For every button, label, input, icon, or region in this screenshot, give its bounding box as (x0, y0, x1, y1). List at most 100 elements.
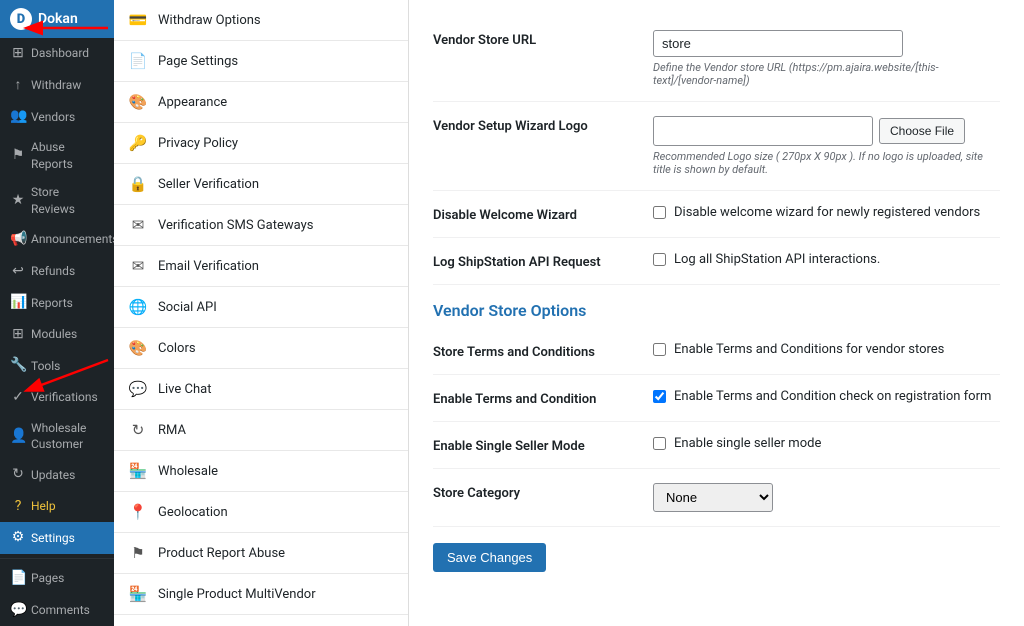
sub-product-report-abuse[interactable]: ⚑ Product Report Abuse (114, 533, 408, 574)
sidebar-label-vendors: Vendors (31, 109, 75, 126)
sidebar-item-refunds[interactable]: ↩ Refunds (0, 256, 114, 288)
store-terms-row: Store Terms and Conditions Enable Terms … (433, 328, 1000, 375)
enable-single-seller-checkbox[interactable] (653, 437, 666, 450)
enable-single-seller-checkbox-row: Enable single seller mode (653, 436, 1000, 451)
sidebar-item-tools[interactable]: 🔧 Tools (0, 350, 114, 382)
verification-sms-icon: ✉ (128, 215, 148, 235)
wp-logo[interactable]: D Dokan (0, 0, 114, 38)
sub-label-privacy-policy: Privacy Policy (158, 136, 238, 151)
sidebar-item-abuse-reports[interactable]: ⚑ Abuse Reports (0, 133, 114, 179)
rma-icon: ↻ (128, 420, 148, 440)
social-api-icon: 🌐 (128, 297, 148, 317)
wholesale-icon: 🏪 (128, 461, 148, 481)
vendor-setup-wizard-logo-hint: Recommended Logo size ( 270px X 90px ). … (653, 150, 1000, 176)
dokan-logo-label: Dokan (38, 11, 78, 27)
vendor-store-url-hint: Define the Vendor store URL (https://pm.… (653, 61, 1000, 87)
sidebar-label-updates: Updates (31, 467, 75, 484)
enable-terms-row: Enable Terms and Condition Enable Terms … (433, 375, 1000, 422)
comments-icon: 💬 (10, 601, 26, 621)
log-shipstation-control: Log all ShipStation API interactions. (653, 252, 1000, 267)
wholesale-customer-icon: 👤 (10, 427, 26, 447)
vendor-setup-wizard-logo-row: Vendor Setup Wizard Logo Choose File Rec… (433, 102, 1000, 191)
sidebar-label-comments: Comments (31, 602, 90, 619)
sub-appearance[interactable]: 🎨 Appearance (114, 82, 408, 123)
sub-privacy-policy[interactable]: 🔑 Privacy Policy (114, 123, 408, 164)
log-shipstation-checkbox[interactable] (653, 253, 666, 266)
sub-label-geolocation: Geolocation (158, 505, 228, 520)
sidebar-item-pages[interactable]: 📄 Pages (0, 563, 114, 595)
store-terms-text: Enable Terms and Conditions for vendor s… (674, 342, 944, 357)
sub-label-appearance: Appearance (158, 95, 227, 110)
sub-colors[interactable]: 🎨 Colors (114, 328, 408, 369)
sidebar-item-modules[interactable]: ⊞ Modules (0, 319, 114, 351)
log-shipstation-row: Log ShipStation API Request Log all Ship… (433, 238, 1000, 285)
sidebar-item-verifications[interactable]: ✓ Verifications (0, 382, 114, 414)
choose-file-button[interactable]: Choose File (879, 118, 965, 144)
sidebar-item-updates[interactable]: ↻ Updates (0, 459, 114, 491)
sidebar-item-settings[interactable]: ⚙ Settings (0, 522, 114, 554)
store-category-label: Store Category (433, 483, 633, 501)
vendor-setup-wizard-logo-control: Choose File Recommended Logo size ( 270p… (653, 116, 1000, 176)
sidebar-label-reports: Reports (31, 295, 73, 312)
disable-welcome-wizard-checkbox[interactable] (653, 206, 666, 219)
settings-icon: ⚙ (10, 528, 26, 548)
sub-label-email-verification: Email Verification (158, 259, 259, 274)
sub-product-subscription[interactable]: 📋 Product Subscription (114, 615, 408, 626)
sub-social-api[interactable]: 🌐 Social API (114, 287, 408, 328)
sub-geolocation[interactable]: 📍 Geolocation (114, 492, 408, 533)
sidebar-item-help[interactable]: ? Help (0, 491, 114, 523)
sub-page-settings[interactable]: 📄 Page Settings (114, 41, 408, 82)
sub-label-product-report-abuse: Product Report Abuse (158, 546, 285, 561)
announcements-icon: 📢 (10, 230, 26, 250)
sub-rma[interactable]: ↻ RMA (114, 410, 408, 451)
save-changes-button[interactable]: Save Changes (433, 543, 546, 572)
wp-sidebar: D Dokan ⊞ Dashboard ↑ Withdraw 👥 Vendors… (0, 0, 114, 626)
tools-icon: 🔧 (10, 356, 26, 376)
enable-single-seller-text: Enable single seller mode (674, 436, 821, 451)
sidebar-label-withdraw: Withdraw (31, 77, 81, 94)
store-reviews-icon: ★ (10, 191, 26, 211)
disable-welcome-wizard-row: Disable Welcome Wizard Disable welcome w… (433, 191, 1000, 238)
verifications-icon: ✓ (10, 388, 26, 408)
disable-welcome-wizard-control: Disable welcome wizard for newly registe… (653, 205, 1000, 220)
modules-icon: ⊞ (10, 325, 26, 345)
logo-file-input[interactable] (653, 116, 873, 146)
sub-seller-verification[interactable]: 🔒 Seller Verification (114, 164, 408, 205)
sub-single-product-multivendor[interactable]: 🏪 Single Product MultiVendor (114, 574, 408, 615)
store-terms-checkbox[interactable] (653, 343, 666, 356)
geolocation-icon: 📍 (128, 502, 148, 522)
sub-verification-sms[interactable]: ✉ Verification SMS Gateways (114, 205, 408, 246)
reports-icon: 📊 (10, 293, 26, 313)
sub-label-withdraw-options: Withdraw Options (158, 13, 261, 28)
vendor-setup-wizard-logo-label: Vendor Setup Wizard Logo (433, 116, 633, 134)
sidebar-item-withdraw[interactable]: ↑ Withdraw (0, 70, 114, 102)
sub-label-verification-sms: Verification SMS Gateways (158, 218, 313, 233)
sub-withdraw-options[interactable]: 💳 Withdraw Options (114, 0, 408, 41)
sidebar-item-reports[interactable]: 📊 Reports (0, 287, 114, 319)
store-terms-checkbox-row: Enable Terms and Conditions for vendor s… (653, 342, 1000, 357)
withdraw-options-icon: 💳 (128, 10, 148, 30)
sidebar-label-abuse-reports: Abuse Reports (31, 139, 104, 173)
sidebar-item-comments[interactable]: 💬 Comments (0, 595, 114, 626)
sidebar-item-vendors[interactable]: 👥 Vendors (0, 101, 114, 133)
sidebar-item-dashboard[interactable]: ⊞ Dashboard (0, 38, 114, 70)
enable-single-seller-row: Enable Single Seller Mode Enable single … (433, 422, 1000, 469)
disable-welcome-wizard-checkbox-row: Disable welcome wizard for newly registe… (653, 205, 1000, 220)
sidebar-label-store-reviews: Store Reviews (31, 184, 104, 218)
sub-wholesale[interactable]: 🏪 Wholesale (114, 451, 408, 492)
enable-terms-checkbox[interactable] (653, 390, 666, 403)
disable-welcome-wizard-text: Disable welcome wizard for newly registe… (674, 205, 980, 220)
store-category-select[interactable]: None (653, 483, 773, 512)
sub-email-verification[interactable]: ✉ Email Verification (114, 246, 408, 287)
sidebar-label-tools: Tools (31, 358, 60, 375)
live-chat-icon: 💬 (128, 379, 148, 399)
sidebar-item-wholesale-customer[interactable]: 👤 Wholesale Customer (0, 414, 114, 460)
sidebar-item-announcements[interactable]: 📢 Announcements (0, 224, 114, 256)
log-shipstation-label: Log ShipStation API Request (433, 252, 633, 270)
sidebar-item-store-reviews[interactable]: ★ Store Reviews (0, 178, 114, 224)
vendor-store-url-input[interactable] (653, 30, 903, 57)
sidebar-divider-1 (0, 558, 114, 559)
file-input-row: Choose File (653, 116, 1000, 146)
sub-live-chat[interactable]: 💬 Live Chat (114, 369, 408, 410)
disable-welcome-wizard-label: Disable Welcome Wizard (433, 205, 633, 223)
